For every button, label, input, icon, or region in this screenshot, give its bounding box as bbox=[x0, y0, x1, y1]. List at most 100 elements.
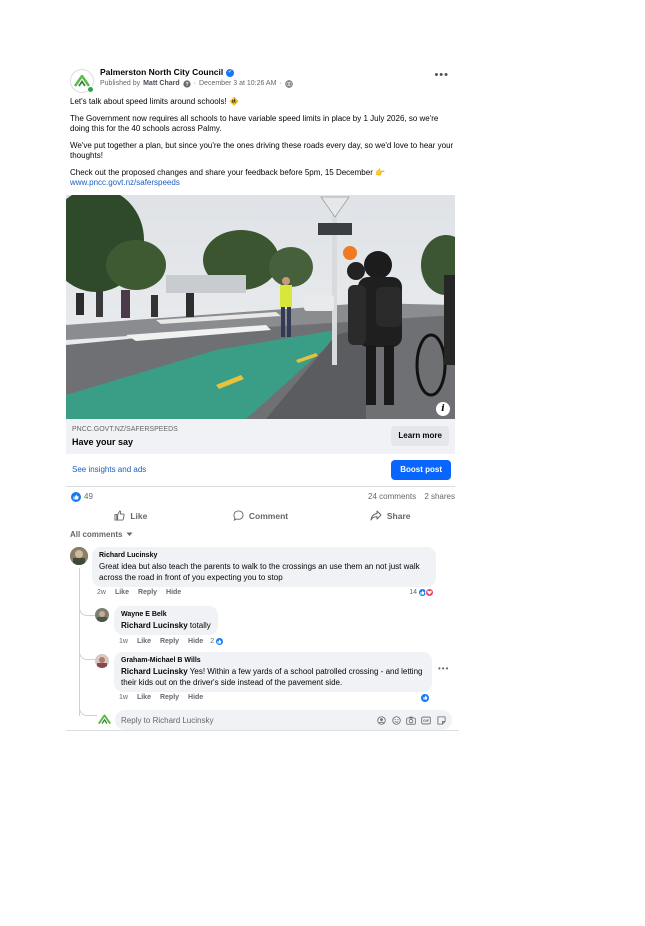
post-body: Let's talk about speed limits around sch… bbox=[66, 95, 459, 189]
reply-input-placeholder: Reply to Richard Lucinsky bbox=[121, 715, 214, 725]
comment-reaction-count: 14 bbox=[409, 589, 417, 596]
verified-badge-icon: ✓ bbox=[226, 68, 235, 77]
globe-icon bbox=[285, 80, 293, 88]
share-label: Share bbox=[386, 510, 411, 521]
post-timestamp[interactable]: December 3 at 10:26 AM bbox=[199, 79, 276, 89]
like-button[interactable]: Like bbox=[66, 510, 196, 521]
insights-row: See insights and ads Boost post bbox=[66, 454, 455, 487]
commenter-avatar[interactable] bbox=[70, 547, 88, 565]
thumbs-up-icon bbox=[114, 510, 125, 521]
published-by-label: Published by bbox=[100, 80, 141, 87]
info-icon[interactable]: i bbox=[436, 401, 450, 416]
reply-actions: 1w Like Reply Hide 2 bbox=[114, 637, 225, 646]
post-header: Palmerston North City Council ✓ Publishe… bbox=[66, 63, 459, 95]
comment-author[interactable]: Richard Lucinsky bbox=[99, 551, 429, 560]
publisher-name[interactable]: Matt Chard bbox=[143, 79, 180, 89]
post-photo[interactable]: i bbox=[66, 194, 455, 419]
thread-branch-1 bbox=[79, 596, 95, 616]
boost-post-button[interactable]: Boost post bbox=[391, 459, 451, 480]
reply-mention[interactable]: Richard Lucinsky bbox=[121, 621, 188, 630]
reply-reactions[interactable]: 2 bbox=[210, 637, 225, 646]
reply-hide-button[interactable]: Hide bbox=[188, 638, 203, 645]
reply-body: totally bbox=[187, 621, 211, 630]
reply-input-tools: GIF bbox=[376, 715, 446, 725]
comment-actions: 2w Like Reply Hide 14 bbox=[92, 588, 436, 597]
post-bottom-divider bbox=[66, 730, 459, 731]
reactions-summary[interactable]: 49 bbox=[71, 491, 93, 502]
post-paragraph-4: Check out the proposed changes and share… bbox=[70, 167, 386, 177]
meta-separator: · bbox=[193, 80, 196, 87]
reply-input[interactable]: Reply to Richard Lucinsky GIF bbox=[115, 710, 452, 730]
reply-like-button[interactable]: Like bbox=[137, 694, 151, 701]
gif-icon[interactable]: GIF bbox=[421, 715, 431, 725]
see-insights-link[interactable]: See insights and ads bbox=[72, 465, 146, 474]
comments-count[interactable]: 24 comments bbox=[368, 492, 416, 501]
thread-branch-3 bbox=[79, 700, 97, 716]
love-reaction-icon bbox=[425, 588, 434, 597]
chevron-down-icon bbox=[126, 532, 133, 536]
comment-hide-button[interactable]: Hide bbox=[166, 589, 181, 596]
comment: Richard Lucinsky Great idea but also tea… bbox=[70, 547, 436, 597]
svg-text:GIF: GIF bbox=[423, 719, 430, 723]
post-link[interactable]: www.pncc.govt.nz/saferspeeds bbox=[70, 178, 180, 187]
avatar-sticker-icon[interactable] bbox=[376, 715, 386, 725]
online-status-dot bbox=[87, 86, 94, 93]
post-paragraph-1: Let's talk about speed limits around sch… bbox=[70, 97, 239, 106]
post-paragraph-3: We've put together a plan, but since you… bbox=[70, 140, 454, 161]
comment-label: Comment bbox=[248, 510, 289, 521]
comment-like-button[interactable]: Like bbox=[115, 589, 129, 596]
emoji-icon[interactable] bbox=[391, 715, 401, 725]
camera-icon[interactable] bbox=[406, 715, 416, 725]
learn-more-button[interactable]: Learn more bbox=[391, 425, 449, 446]
post-actions: Like Comment Share bbox=[66, 506, 455, 526]
help-icon[interactable]: ? bbox=[183, 80, 191, 88]
comment-button[interactable]: Comment bbox=[196, 510, 326, 521]
facebook-post: Palmerston North City Council ✓ Publishe… bbox=[66, 63, 459, 543]
reply-more-options-icon[interactable]: ••• bbox=[438, 664, 449, 701]
like-label: Like bbox=[130, 510, 148, 521]
reply-actions: 1w Like Reply Hide bbox=[114, 692, 432, 703]
composer-avatar bbox=[98, 713, 111, 726]
link-preview-bar[interactable]: PNCC.GOVT.NZ/SAFERSPEEDS Have your say L… bbox=[66, 418, 455, 454]
page-avatar[interactable] bbox=[70, 69, 94, 93]
thread-branch-2 bbox=[79, 644, 95, 660]
sticker-icon[interactable] bbox=[436, 715, 446, 725]
page-name-link[interactable]: Palmerston North City Council bbox=[100, 67, 223, 78]
reply: Graham-Michael B Wills Richard Lucinsky … bbox=[95, 652, 449, 703]
comment-text: Great idea but also teach the parents to… bbox=[99, 562, 420, 582]
reply-like-button[interactable]: Like bbox=[137, 638, 151, 645]
reply-author[interactable]: Wayne E Belk bbox=[121, 610, 211, 619]
comment-reply-button[interactable]: Reply bbox=[138, 589, 157, 596]
comments-filter-label: All comments bbox=[70, 529, 123, 539]
post-meta: Published by Matt Chard ? · December 3 a… bbox=[100, 79, 293, 89]
comment-time[interactable]: 2w bbox=[97, 589, 106, 596]
reply-text: Richard Lucinsky Yes! Within a few yards… bbox=[121, 666, 425, 688]
comment-reactions[interactable]: 14 bbox=[409, 588, 434, 597]
share-button[interactable]: Share bbox=[325, 510, 455, 521]
replier-avatar[interactable] bbox=[95, 608, 109, 622]
share-arrow-icon bbox=[370, 510, 382, 521]
reply-time[interactable]: 1w bbox=[119, 694, 128, 701]
comment-bubble: Richard Lucinsky Great idea but also tea… bbox=[92, 547, 436, 587]
post-stats: 49 24 comments 2 shares bbox=[66, 488, 459, 506]
reply-time[interactable]: 1w bbox=[119, 638, 128, 645]
post-more-options-icon[interactable]: ••• bbox=[434, 69, 449, 81]
shares-count[interactable]: 2 shares bbox=[424, 492, 455, 501]
meta-separator-2: · bbox=[279, 80, 282, 87]
like-reaction-icon bbox=[71, 491, 81, 502]
like-reaction-icon bbox=[215, 637, 225, 646]
reply-author[interactable]: Graham-Michael B Wills bbox=[121, 656, 425, 665]
like-reaction-icon[interactable] bbox=[420, 692, 430, 703]
reply-reply-button[interactable]: Reply bbox=[160, 638, 179, 645]
likes-count: 49 bbox=[84, 491, 93, 501]
reply: Wayne E Belk Richard Lucinsky totally 1w… bbox=[95, 606, 225, 646]
reply-mention[interactable]: Richard Lucinsky bbox=[121, 667, 188, 676]
school-crossing-photo bbox=[66, 194, 455, 419]
comments-filter-dropdown[interactable]: All comments bbox=[66, 526, 459, 543]
reply-bubble: Graham-Michael B Wills Richard Lucinsky … bbox=[114, 652, 432, 692]
header-text: Palmerston North City Council ✓ Publishe… bbox=[100, 67, 293, 89]
reply-hide-button[interactable]: Hide bbox=[188, 694, 203, 701]
replier-avatar[interactable] bbox=[95, 654, 109, 668]
comment-bubble-icon bbox=[233, 510, 244, 521]
reply-reply-button[interactable]: Reply bbox=[160, 694, 179, 701]
